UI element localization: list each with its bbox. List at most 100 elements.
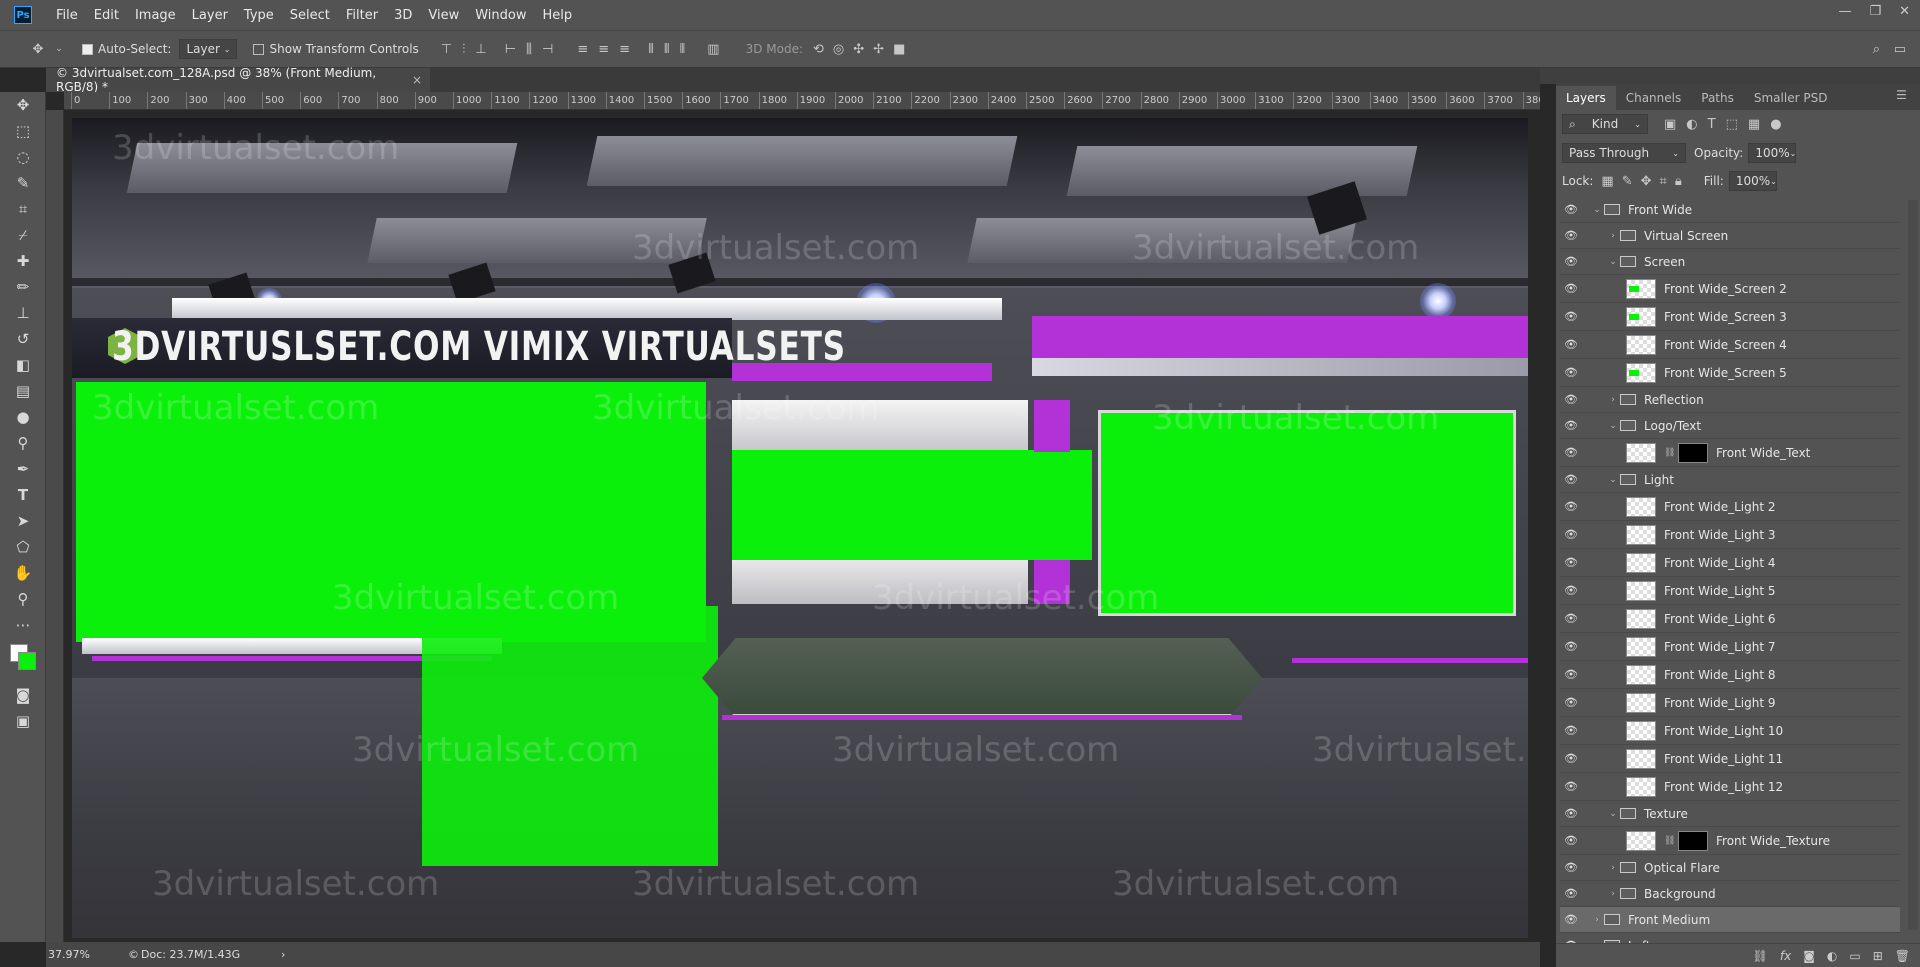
dodge-tool-icon[interactable]: ⚲: [0, 430, 46, 456]
blend-mode-dropdown[interactable]: Pass Through ⌄: [1562, 143, 1686, 163]
opacity-input[interactable]: 100% ⌄: [1748, 143, 1796, 163]
blur-tool-icon[interactable]: ●: [0, 404, 46, 430]
auto-select-target-dropdown[interactable]: Layer ⌄: [179, 39, 238, 59]
layer-row[interactable]: 👁︎ ⛓ Front Wide_Text: [1560, 439, 1900, 467]
visibility-eye-icon[interactable]: 👁︎: [1560, 338, 1582, 351]
lasso-tool-icon[interactable]: ◌: [0, 144, 46, 170]
collapse-arrow-icon[interactable]: ⌄: [1606, 421, 1620, 431]
healing-brush-tool-icon[interactable]: ✚: [0, 248, 46, 274]
link-layers-icon[interactable]: ⛓: [1753, 949, 1768, 963]
shape-tool-icon[interactable]: ⬠: [0, 534, 46, 560]
layer-row[interactable]: 👁︎ Front Wide_Light 11: [1560, 745, 1900, 773]
align-left-icon[interactable]: ⊢: [505, 42, 516, 57]
visibility-eye-icon[interactable]: 👁︎: [1560, 229, 1582, 242]
layer-style-icon[interactable]: fx: [1780, 949, 1791, 963]
visibility-eye-icon[interactable]: 👁︎: [1560, 446, 1582, 459]
visibility-eye-icon[interactable]: 👁︎: [1560, 282, 1582, 295]
visibility-eye-icon[interactable]: 👁︎: [1560, 752, 1582, 765]
menu-window[interactable]: Window: [467, 8, 534, 23]
align-right-icon[interactable]: ⊣: [542, 42, 553, 57]
menu-edit[interactable]: Edit: [86, 8, 127, 23]
visibility-eye-icon[interactable]: 👁︎: [1560, 807, 1582, 820]
layer-group-row[interactable]: 👁︎ › Optical Flare: [1560, 855, 1900, 881]
layer-mask-thumbnail[interactable]: [1678, 830, 1708, 851]
distribute-right-icon[interactable]: ⦀: [680, 42, 686, 57]
show-transform-checkbox[interactable]: [253, 42, 269, 56]
panel-menu-icon[interactable]: ☰: [1896, 88, 1907, 102]
collapse-arrow-icon[interactable]: ⌄: [1606, 257, 1620, 267]
layer-row[interactable]: 👁︎ Front Wide_Screen 4: [1560, 331, 1900, 359]
distribute-vcenter-icon[interactable]: ≡: [598, 42, 609, 57]
shape-filter-icon[interactable]: ⬚: [1726, 117, 1738, 132]
visibility-eye-icon[interactable]: 👁︎: [1560, 584, 1582, 597]
layer-group-row[interactable]: 👁︎ ⌄ Logo/Text: [1560, 413, 1900, 439]
expand-arrow-icon[interactable]: ›: [1606, 889, 1620, 899]
visibility-eye-icon[interactable]: 👁︎: [1560, 696, 1582, 709]
visibility-eye-icon[interactable]: 👁︎: [1560, 556, 1582, 569]
layer-row[interactable]: 👁︎ ⛓ Front Wide_Texture: [1560, 827, 1900, 855]
gradient-tool-icon[interactable]: ▤: [0, 378, 46, 404]
layer-row[interactable]: 👁︎ Front Wide_Light 7: [1560, 633, 1900, 661]
3d-pan-icon[interactable]: ✣: [853, 42, 864, 57]
align-top-icon[interactable]: ⊤: [441, 42, 452, 57]
layer-row[interactable]: 👁︎ Front Wide_Light 6: [1560, 605, 1900, 633]
distribute-bottom-icon[interactable]: ≡: [619, 42, 630, 57]
eraser-tool-icon[interactable]: ◧: [0, 352, 46, 378]
filter-toggle-icon[interactable]: ●: [1770, 117, 1781, 132]
move-tool-icon[interactable]: ✥: [24, 42, 52, 57]
clone-stamp-tool-icon[interactable]: ⊥: [0, 300, 46, 326]
menu-image[interactable]: Image: [127, 8, 184, 23]
collapse-arrow-icon[interactable]: ⌄: [1606, 475, 1620, 485]
more-tools-icon[interactable]: ⋯: [0, 612, 46, 638]
visibility-eye-icon[interactable]: 👁︎: [1560, 780, 1582, 793]
layer-group-row[interactable]: 👁︎ › Background: [1560, 881, 1900, 907]
collapse-arrow-icon[interactable]: ⌄: [1606, 809, 1620, 819]
tab-paths[interactable]: Paths: [1691, 86, 1744, 110]
collapse-arrow-icon[interactable]: ⌄: [1590, 205, 1604, 215]
pen-tool-icon[interactable]: ✒: [0, 456, 46, 482]
visibility-eye-icon[interactable]: 👁︎: [1560, 393, 1582, 406]
tool-preset-chevron-icon[interactable]: ⌄: [52, 44, 66, 54]
zoom-level[interactable]: 37.97%: [48, 948, 124, 961]
visibility-eye-icon[interactable]: 👁︎: [1560, 203, 1582, 216]
expand-arrow-icon[interactable]: ›: [1606, 395, 1620, 405]
visibility-eye-icon[interactable]: 👁︎: [1560, 612, 1582, 625]
new-layer-icon[interactable]: ⊞: [1873, 949, 1883, 963]
layer-row[interactable]: 👁︎ Front Wide_Screen 2: [1560, 275, 1900, 303]
menu-type[interactable]: Type: [236, 8, 282, 23]
layer-group-row[interactable]: 👁︎ › Virtual Screen: [1560, 223, 1900, 249]
auto-select-checkbox[interactable]: [82, 42, 98, 56]
tab-smaller-psd[interactable]: Smaller PSD: [1744, 86, 1838, 110]
layers-scrollbar[interactable]: [1908, 200, 1918, 930]
menu-filter[interactable]: Filter: [338, 8, 386, 23]
visibility-eye-icon[interactable]: 👁︎: [1560, 419, 1582, 432]
expand-arrow-icon[interactable]: ›: [1590, 915, 1604, 925]
visibility-eye-icon[interactable]: 👁︎: [1560, 310, 1582, 323]
visibility-eye-icon[interactable]: 👁︎: [1560, 861, 1582, 874]
color-swatches[interactable]: [0, 638, 46, 682]
layer-mask-thumbnail[interactable]: [1678, 442, 1708, 463]
visibility-eye-icon[interactable]: 👁︎: [1560, 528, 1582, 541]
background-color-swatch[interactable]: [18, 652, 36, 670]
add-mask-icon[interactable]: ◙: [1803, 949, 1815, 963]
layer-row[interactable]: 👁︎ Front Wide_Light 5: [1560, 577, 1900, 605]
distribute-left-icon[interactable]: ⦀: [648, 42, 654, 57]
visibility-eye-icon[interactable]: 👁︎: [1560, 724, 1582, 737]
auto-align-icon[interactable]: ▥: [707, 42, 719, 57]
align-bottom-icon[interactable]: ⊥: [475, 42, 486, 57]
canvas-workspace[interactable]: 3DVIRTUSLSET.COM VIMIX VIRTUALSETS 3dvir…: [64, 110, 1540, 942]
history-brush-tool-icon[interactable]: ↺: [0, 326, 46, 352]
status-menu-arrow[interactable]: ›: [281, 948, 285, 961]
3d-slide-icon[interactable]: ✢: [873, 42, 884, 57]
menu-layer[interactable]: Layer: [184, 8, 236, 23]
layer-row[interactable]: 👁︎ Front Wide_Light 3: [1560, 521, 1900, 549]
crop-tool-icon[interactable]: ⌗: [0, 196, 46, 222]
lock-position-icon[interactable]: ✥: [1641, 174, 1652, 189]
menu-view[interactable]: View: [420, 8, 467, 23]
pixel-filter-icon[interactable]: ▣: [1664, 117, 1676, 132]
smart-object-filter-icon[interactable]: ▦: [1748, 117, 1760, 132]
menu-file[interactable]: File: [48, 8, 86, 23]
mask-link-icon[interactable]: ⛓: [1664, 448, 1675, 458]
visibility-eye-icon[interactable]: 👁︎: [1560, 887, 1582, 900]
layer-row[interactable]: 👁︎ Front Wide_Light 10: [1560, 717, 1900, 745]
